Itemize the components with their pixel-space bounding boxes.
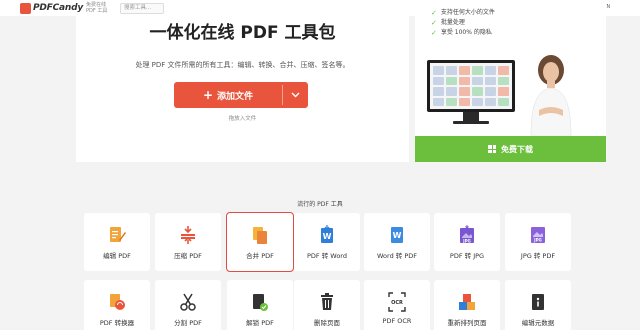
edit-pdf-icon [110, 227, 126, 242]
feature-item: ✓ 批量处理 [431, 19, 465, 27]
logo-text: PDFCandy [33, 3, 84, 13]
feature-item: ✓ 支持任何大小的文件 [431, 9, 495, 17]
feature-list: ✓ 支持任何大小的文件 ✓ 批量处理 ✓ 享受 100% 的隐私 [431, 8, 495, 38]
check-icon: ✓ [431, 29, 437, 37]
word-to-pdf-icon: W [391, 227, 403, 243]
tool-label: PDF OCR [382, 317, 412, 325]
tool-label: 压缩 PDF [174, 252, 202, 260]
tool-compress-pdf[interactable]: 压缩 PDF [155, 213, 221, 271]
tool-label: Word 转 PDF [376, 252, 417, 260]
svg-text:W: W [323, 232, 332, 241]
tool-label: 解锁 PDF [246, 319, 274, 327]
tool-merge-pdf[interactable]: 合并 PDF [226, 212, 294, 272]
add-file-button-group: + 添加文件 [174, 82, 308, 108]
page-title: 一体化在线 PDF 工具包 [149, 23, 336, 43]
tool-label: JPG 转 PDF [520, 252, 556, 260]
tool-label: 删除页面 [314, 319, 340, 327]
popular-tools-title: 流行的 PDF 工具 [297, 201, 343, 208]
check-icon: ✓ [431, 9, 437, 17]
tool-pdf-converter[interactable]: PDF 转换器 [84, 280, 150, 330]
check-icon: ✓ [431, 19, 437, 27]
tool-edit-metadata[interactable]: 编辑元数据 [505, 280, 571, 330]
search-input[interactable]: 搜索工具... [120, 3, 164, 14]
tool-label: PDF 转 JPG [449, 252, 485, 260]
chevron-down-icon [291, 92, 300, 98]
tool-delete-pages[interactable]: 删除页面 [294, 280, 360, 330]
free-download-button[interactable]: 免费下载 [415, 136, 606, 162]
logo-tagline: 免费在线 PDF 工具 [86, 2, 108, 14]
compress-pdf-icon [181, 226, 195, 244]
rearrange-pages-icon [459, 294, 475, 310]
tool-label: 分割 PDF [174, 319, 202, 327]
tool-rearrange-pages[interactable]: 重新排列页面 [434, 280, 500, 330]
desktop-promo-card: ✓ 支持任何大小的文件 ✓ 批量处理 ✓ 享受 100% 的隐私 免费下载 [415, 0, 606, 162]
drop-hint: 拖放入文件 [228, 116, 257, 122]
svg-text:W: W [393, 231, 402, 240]
unlock-pdf-icon [253, 294, 268, 311]
tool-edit-pdf[interactable]: 编辑 PDF [84, 213, 150, 271]
add-file-button[interactable]: + 添加文件 [174, 82, 282, 108]
logo[interactable]: PDFCandy 免费在线 PDF 工具 [20, 2, 108, 14]
svg-text:JPG: JPG [533, 238, 542, 243]
logo-icon [20, 2, 31, 14]
merge-pdf-icon [253, 227, 267, 244]
tool-split-pdf[interactable]: 分割 PDF [155, 280, 221, 330]
tool-pdf-to-jpg[interactable]: JPG PDF 转 JPG [434, 213, 500, 271]
tool-pdf-to-word[interactable]: W PDF 转 Word [294, 213, 360, 271]
upload-card: 一体化在线 PDF 工具包 处理 PDF 文件所需的所有工具：编辑、转换、合并、… [76, 16, 409, 162]
page-subtitle: 处理 PDF 文件所需的所有工具：编辑、转换、合并、压缩、签名等。 [135, 61, 350, 69]
woman-illustration [530, 55, 572, 136]
ocr-icon: OCR [388, 292, 406, 312]
windows-icon [488, 145, 496, 153]
tool-pdf-ocr[interactable]: OCR PDF OCR [364, 280, 430, 330]
pdf-to-jpg-icon: JPG [460, 225, 474, 243]
jpg-to-pdf-icon: JPG [531, 227, 545, 243]
feature-item: ✓ 享受 100% 的隐私 [431, 29, 492, 37]
info-document-icon [532, 294, 544, 310]
tool-jpg-to-pdf[interactable]: JPG JPG 转 PDF [505, 213, 571, 271]
tool-word-to-pdf[interactable]: W Word 转 PDF [364, 213, 430, 271]
pdf-to-word-icon: W [321, 225, 333, 243]
monitor-illustration [427, 60, 515, 112]
add-file-label: 添加文件 [217, 91, 254, 102]
scissors-icon [180, 293, 196, 311]
tool-unlock-pdf[interactable]: 解锁 PDF [227, 280, 293, 330]
tool-label: PDF 转换器 [99, 319, 135, 327]
tool-label: 编辑元数据 [521, 319, 555, 327]
svg-text:OCR: OCR [391, 300, 403, 306]
plus-icon: + [202, 88, 214, 102]
free-download-label: 免费下载 [501, 144, 533, 154]
tool-label: PDF 转 Word [306, 252, 347, 260]
trash-icon [321, 293, 333, 310]
pdf-converter-icon [110, 294, 125, 310]
add-file-dropdown[interactable] [283, 82, 308, 108]
tool-label: 重新排列页面 [447, 319, 487, 327]
tool-label: 编辑 PDF [103, 252, 131, 260]
tool-label: 合并 PDF [246, 252, 274, 260]
monitor-base [453, 121, 489, 124]
svg-text:JPG: JPG [462, 238, 471, 243]
